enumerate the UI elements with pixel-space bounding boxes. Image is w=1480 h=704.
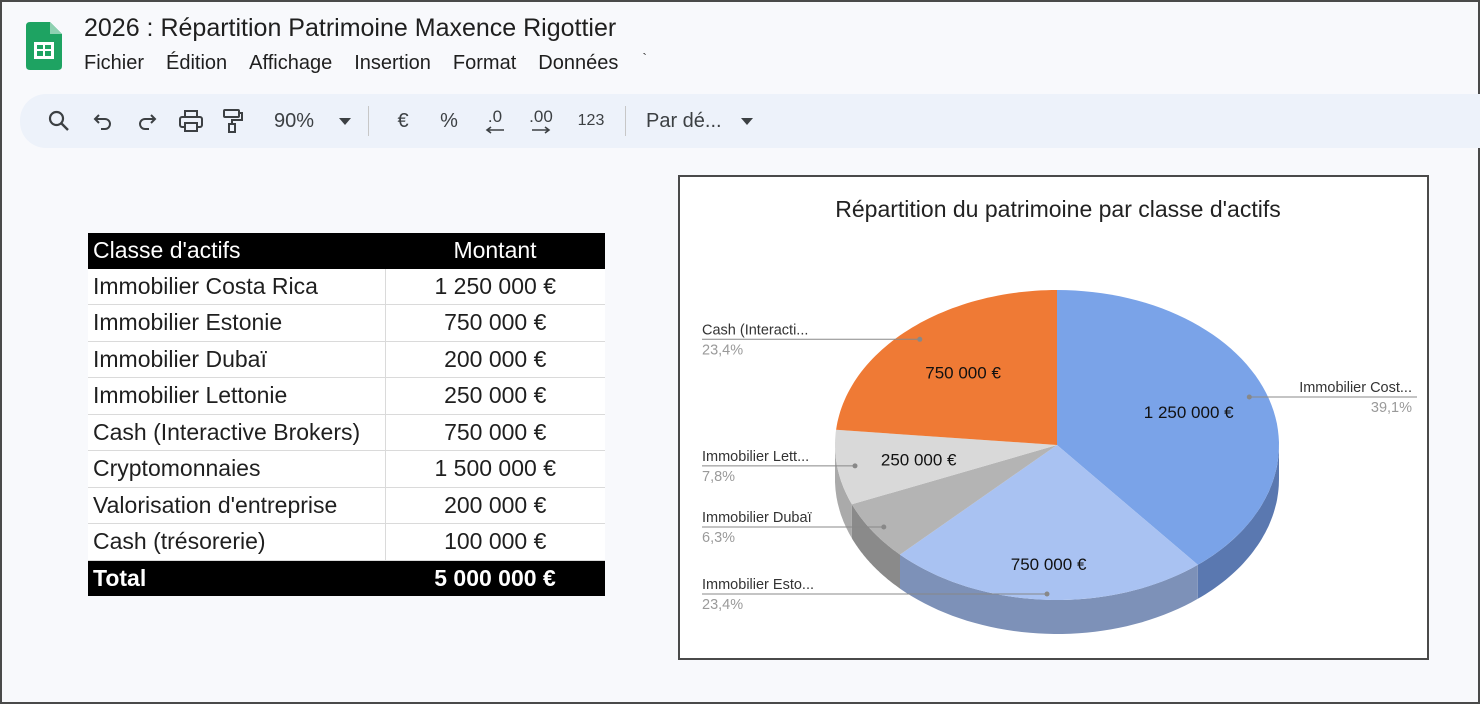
arrow-left-icon (485, 126, 504, 134)
callout-percent: 6,3% (702, 530, 735, 546)
header-asset-class[interactable]: Classe d'actifs (88, 233, 385, 269)
cell-asset-class[interactable]: Immobilier Costa Rica (88, 268, 386, 305)
cell-asset-class[interactable]: Immobilier Lettonie (88, 377, 386, 415)
toolbar-divider (368, 106, 369, 136)
chart-title: Répartition du patrimoine par classe d'a… (835, 196, 1280, 222)
menu-insertion[interactable]: Insertion (354, 52, 431, 75)
menu-edition[interactable]: Édition (166, 52, 227, 75)
cell-amount[interactable]: 1 500 000 € (385, 450, 605, 488)
toolbar: 90% € % .0 .00 123 Par dé... (20, 94, 1480, 148)
pie-chart[interactable]: Répartition du patrimoine par classe d'a… (678, 175, 1429, 660)
cell-amount[interactable]: 1 250 000 € (385, 268, 605, 305)
cell-amount[interactable]: 250 000 € (385, 377, 605, 415)
arrow-right-icon (532, 126, 551, 134)
font-dropdown-icon[interactable] (738, 101, 756, 141)
menu-donnees[interactable]: Données (538, 52, 618, 75)
table-total-row: Total 5 000 000 € (88, 560, 605, 596)
zoom-dropdown-icon[interactable] (336, 101, 354, 141)
callout-percent: 23,4% (702, 597, 743, 613)
pie-value-label: 750 000 € (925, 364, 1001, 383)
toolbar-divider (625, 106, 626, 136)
menu-bar: Fichier Édition Affichage Insertion Form… (84, 50, 647, 75)
table-row: Immobilier Estonie 750 000 € (88, 304, 605, 342)
pie-value-label: 250 000 € (881, 450, 957, 469)
callout-label: Immobilier Cost... (1299, 380, 1412, 396)
redo-icon[interactable] (132, 101, 162, 141)
cell-amount[interactable]: 750 000 € (385, 304, 605, 342)
search-icon[interactable] (44, 101, 74, 141)
number-format-button[interactable]: 123 (571, 101, 611, 141)
callout-label: Cash (Interacti... (702, 322, 808, 338)
table-header-row: Classe d'actifs Montant (88, 233, 605, 269)
decrease-decimals-label: .0 (487, 107, 503, 126)
callout-percent: 23,4% (702, 342, 743, 358)
cell-asset-class[interactable]: Immobilier Dubaï (88, 341, 386, 378)
callout-dot (917, 336, 923, 342)
table-row: Cryptomonnaies 1 500 000 € (88, 450, 605, 488)
table-row: Cash (trésorerie) 100 000 € (88, 523, 605, 561)
total-label[interactable]: Total (88, 560, 385, 596)
cell-asset-class[interactable]: Cash (Interactive Brokers) (88, 414, 386, 451)
menu-format[interactable]: Format (453, 52, 516, 75)
callout-label: Immobilier Esto... (702, 577, 814, 593)
table-row: Valorisation d'entreprise 200 000 € (88, 487, 605, 524)
menu-affichage[interactable]: Affichage (249, 52, 332, 75)
callout-dot (1044, 591, 1050, 597)
percent-format-button[interactable]: % (431, 101, 467, 141)
undo-icon[interactable] (88, 101, 118, 141)
menu-fichier[interactable]: Fichier (84, 52, 144, 75)
increase-decimals-button[interactable]: .00 (521, 101, 561, 141)
callout-dot (852, 463, 858, 469)
cell-asset-class[interactable]: Valorisation d'entreprise (88, 487, 386, 524)
print-icon[interactable] (176, 101, 206, 141)
cell-asset-class[interactable]: Immobilier Estonie (88, 304, 386, 342)
table-row: Cash (Interactive Brokers) 750 000 € (88, 414, 605, 451)
cell-amount[interactable]: 200 000 € (385, 341, 605, 378)
pie-slices (835, 290, 1279, 600)
assets-table: Classe d'actifs Montant Immobilier Costa… (88, 233, 605, 596)
zoom-select[interactable]: 90% (268, 101, 320, 141)
decrease-decimals-button[interactable]: .0 (477, 101, 513, 141)
cell-amount[interactable]: 200 000 € (385, 487, 605, 524)
document-title[interactable]: 2026 : Répartition Patrimoine Maxence Ri… (84, 14, 616, 43)
table-row: Immobilier Lettonie 250 000 € (88, 377, 605, 415)
table-row: Immobilier Dubaï 200 000 € (88, 341, 605, 378)
callout-label: Immobilier Lett... (702, 449, 809, 465)
font-select[interactable]: Par dé... (646, 101, 728, 141)
header-amount[interactable]: Montant (385, 233, 605, 269)
total-amount[interactable]: 5 000 000 € (385, 560, 605, 596)
cell-asset-class[interactable]: Cryptomonnaies (88, 450, 386, 488)
menu-more[interactable]: ` (642, 50, 647, 73)
cell-amount[interactable]: 100 000 € (385, 523, 605, 561)
paint-format-icon[interactable] (218, 101, 248, 141)
callout-percent: 7,8% (702, 469, 735, 485)
pie-chart-svg: Répartition du patrimoine par classe d'a… (702, 196, 1417, 634)
sheets-logo-icon[interactable] (26, 22, 62, 70)
callout-dot (881, 524, 887, 530)
currency-format-button[interactable]: € (385, 101, 421, 141)
cell-amount[interactable]: 750 000 € (385, 414, 605, 451)
pie-value-label: 1 250 000 € (1144, 403, 1234, 422)
pie-value-label: 750 000 € (1011, 555, 1087, 574)
callout-percent: 39,1% (1371, 400, 1412, 416)
callout-dot (1246, 394, 1252, 400)
cell-asset-class[interactable]: Cash (trésorerie) (88, 523, 386, 561)
increase-decimals-label: .00 (529, 107, 553, 126)
callout-label: Immobilier Dubaï (702, 510, 812, 526)
table-row: Immobilier Costa Rica 1 250 000 € (88, 268, 605, 305)
